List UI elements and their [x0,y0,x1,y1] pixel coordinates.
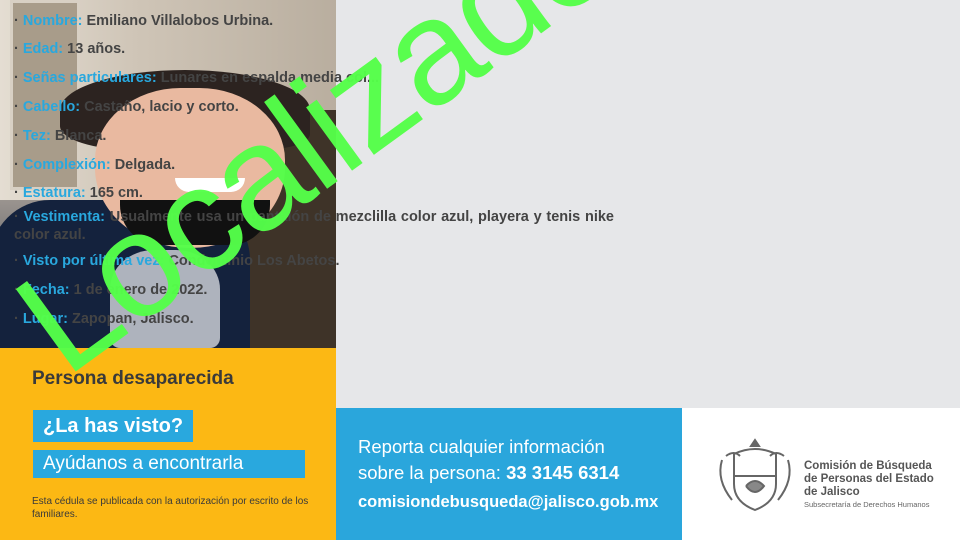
banner-help: Ayúdanos a encontrarla [33,450,305,478]
info-row-age: · Edad: 13 años. [14,41,126,57]
info-row-skin: · Tez: Blanca. [14,128,107,144]
jalisco-seal-icon [719,438,791,512]
contact-line2: sobre la persona: 33 3145 6314 [358,462,620,483]
contact-phone: 33 3145 6314 [506,462,620,483]
commission-line2: de Personas del Estado [804,473,934,485]
contact-email[interactable]: comisiondebusqueda@jalisco.gob.mx [358,493,658,512]
commission-subtitle: Subsecretaría de Derechos Humanos [804,500,930,509]
contact-line1: Reporta cualquier información [358,436,605,457]
banner-note: Esta cédula se publicada con la autoriza… [32,496,309,520]
info-row-name: · Nombre: Emiliano Villalobos Urbina. [14,13,274,29]
commission-line3: de Jalisco [804,486,860,498]
banner-question: ¿La has visto? [33,410,194,442]
commission-line1: Comisión de Búsqueda [804,460,932,472]
